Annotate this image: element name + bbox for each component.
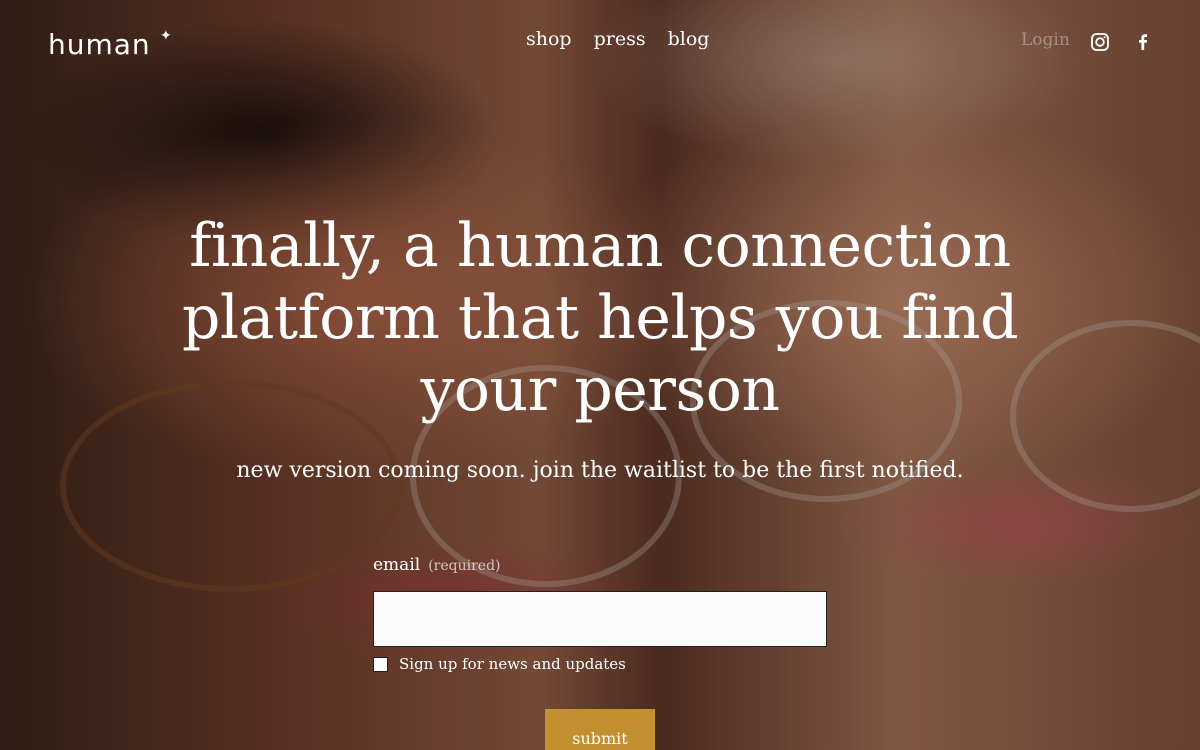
logo-star-icon: ✦ [160, 28, 172, 44]
email-field[interactable] [373, 591, 827, 647]
email-label: email [373, 555, 421, 575]
site-logo[interactable]: human [48, 30, 151, 60]
email-label-group: email (required) [373, 555, 827, 575]
login-link[interactable]: Login [1021, 30, 1070, 50]
instagram-icon[interactable] [1090, 32, 1110, 52]
nav-link-press[interactable]: press [594, 28, 646, 50]
hero-subhead: new version coming soon. join the waitli… [236, 458, 964, 483]
facebook-icon[interactable] [1133, 32, 1153, 52]
email-required-note: (required) [428, 558, 501, 574]
newsletter-checkbox-label: Sign up for news and updates [399, 655, 626, 673]
nav-link-blog[interactable]: blog [668, 28, 710, 50]
newsletter-checkbox[interactable] [373, 656, 388, 672]
nav-link-shop[interactable]: shop [526, 28, 572, 50]
newsletter-option[interactable]: Sign up for news and updates [373, 655, 626, 673]
site-header: human ✦ shop press blog Login [0, 0, 1200, 84]
waitlist-form: email (required) Sign up for news and up… [373, 555, 827, 673]
submit-button[interactable]: submit [545, 709, 655, 750]
main-nav: shop press blog [526, 28, 709, 50]
hero-headline: finally, a human connection platform tha… [182, 211, 1018, 425]
